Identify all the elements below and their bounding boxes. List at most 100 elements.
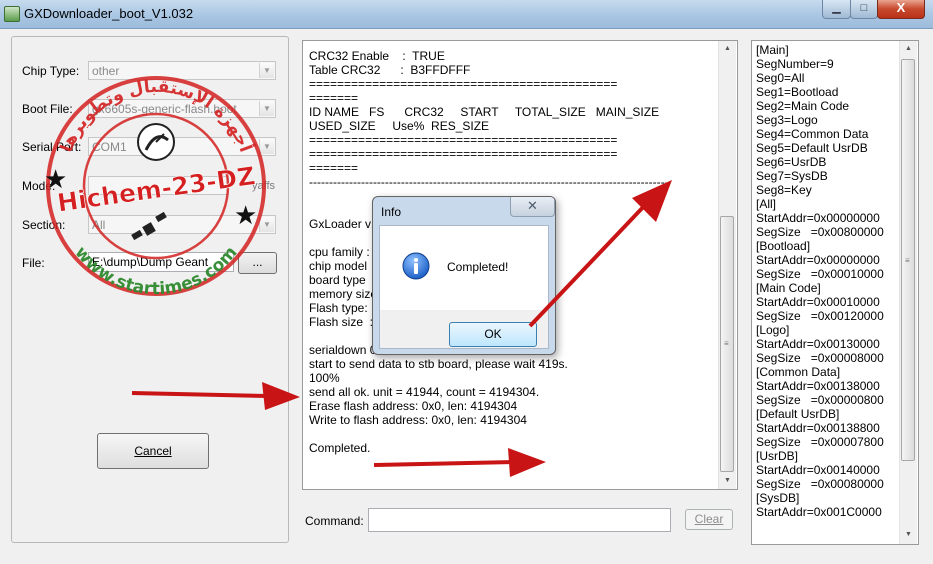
clear-button[interactable]: Clear xyxy=(685,509,733,530)
segment-line: Seg7=SysDB xyxy=(756,169,828,183)
title-bar[interactable]: GXDownloader_boot_V1.032 ▁ □ X xyxy=(0,0,933,29)
segment-line: SegSize =0x00000800 xyxy=(756,393,884,407)
segment-line: Seg0=All xyxy=(756,71,805,85)
segment-line: SegSize =0x00080000 xyxy=(756,477,884,491)
grip-icon: ≡ xyxy=(905,256,910,265)
scroll-down-icon[interactable]: ▼ xyxy=(900,527,917,543)
log-line: ========================================… xyxy=(309,133,618,147)
log-line: CRC32 Enable : TRUE xyxy=(309,49,445,63)
log-line: Completed. xyxy=(309,441,371,455)
segment-line: SegSize =0x00120000 xyxy=(756,309,884,323)
mode-select[interactable] xyxy=(88,176,228,195)
segment-line: StartAddr=0x00000000 xyxy=(756,253,880,267)
dialog-message: Completed! xyxy=(447,260,509,274)
window-title: GXDownloader_boot_V1.032 xyxy=(24,6,194,21)
info-icon xyxy=(402,252,430,280)
close-icon: ✕ xyxy=(527,198,538,213)
segment-line: SegNumber=9 xyxy=(756,57,834,71)
file-label: File: xyxy=(22,256,45,270)
dialog-title: Info xyxy=(381,205,402,219)
segment-line: StartAddr=0x00010000 xyxy=(756,295,880,309)
segment-line: Seg1=Bootload xyxy=(756,85,839,99)
segment-line: Seg5=Default UsrDB xyxy=(756,141,868,155)
scroll-thumb[interactable]: ≡ xyxy=(720,216,734,472)
minimize-icon: ▁ xyxy=(832,2,841,14)
segment-line: SegSize =0x00800000 xyxy=(756,225,884,239)
segment-line: [Main Code] xyxy=(756,281,821,295)
cancel-button[interactable]: Cancel xyxy=(97,433,209,469)
dialog-close-button[interactable]: ✕ xyxy=(510,197,555,217)
segment-scrollbar[interactable]: ▲ ≡ ▼ xyxy=(899,41,917,544)
serial-port-label: Serial Port: xyxy=(22,140,82,154)
segment-line: [UsrDB] xyxy=(756,449,798,463)
chevron-down-icon[interactable]: ▼ xyxy=(259,101,274,116)
segment-config-text: [Main] SegNumber=9 Seg0=All Seg1=Bootload Se… xyxy=(756,43,884,519)
maximize-icon: □ xyxy=(860,2,868,14)
browse-button[interactable]: ... xyxy=(238,252,277,274)
boot-file-select[interactable]: gx6605s-generic-flash.boot ▼ xyxy=(88,99,276,118)
scroll-up-icon[interactable]: ▲ xyxy=(719,41,736,57)
boot-file-value: gx6605s-generic-flash.boot xyxy=(92,102,237,116)
chip-type-label: Chip Type: xyxy=(22,64,80,78)
serial-port-select[interactable]: COM1 ▼ xyxy=(88,137,276,156)
chevron-down-icon[interactable]: ▼ xyxy=(259,139,274,154)
log-line: ========================================… xyxy=(309,147,618,161)
segment-line: StartAddr=0x00000000 xyxy=(756,211,880,225)
segment-line: [Common Data] xyxy=(756,365,841,379)
mode-label: Mode: xyxy=(22,179,56,193)
segment-line: Seg4=Common Data xyxy=(756,127,869,141)
segment-line: Seg6=UsrDB xyxy=(756,155,827,169)
log-line: ======= xyxy=(309,161,359,175)
file-path-field[interactable]: E:\dump\Dump Geant xyxy=(88,252,234,272)
serial-port-value: COM1 xyxy=(92,140,127,154)
log-line: Write to flash address: 0x0, len: 419430… xyxy=(309,413,527,427)
chevron-down-icon[interactable]: ▼ xyxy=(259,63,274,78)
command-label: Command: xyxy=(305,514,364,528)
log-line: send all ok. unit = 41944, count = 41943… xyxy=(309,385,540,399)
command-input[interactable] xyxy=(368,508,671,532)
segment-line: StartAddr=0x00138000 xyxy=(756,379,880,393)
section-label: Section: xyxy=(22,218,66,232)
segment-line: [All] xyxy=(756,197,777,211)
maximize-button[interactable]: □ xyxy=(850,0,878,19)
scroll-down-icon[interactable]: ▼ xyxy=(719,473,736,489)
chip-type-value: other xyxy=(92,64,120,78)
segment-line: SegSize =0x00008000 xyxy=(756,351,884,365)
segment-line: Seg3=Logo xyxy=(756,113,818,127)
log-line: ----------------------------------------… xyxy=(309,175,669,189)
close-icon: X xyxy=(896,0,906,15)
app-window: GXDownloader_boot_V1.032 ▁ □ X Chip Type… xyxy=(0,0,933,564)
segment-line: [Main] xyxy=(756,43,789,57)
segment-line: StartAddr=0x00138800 xyxy=(756,421,880,435)
segment-line: [Bootload] xyxy=(756,239,811,253)
segment-line: Seg8=Key xyxy=(756,183,812,197)
chip-type-select[interactable]: other ▼ xyxy=(88,61,276,80)
boot-file-label: Boot File: xyxy=(22,102,73,116)
chevron-down-icon[interactable]: ▼ xyxy=(259,217,274,232)
segment-line: [SysDB] xyxy=(756,491,800,505)
segment-line: SegSize =0x00007800 xyxy=(756,435,884,449)
app-icon xyxy=(4,6,20,22)
log-line: 100% xyxy=(309,371,340,385)
close-button[interactable]: X xyxy=(877,0,925,19)
log-scrollbar[interactable]: ▲ ≡ ▼ xyxy=(718,41,736,489)
segment-line: Seg2=Main Code xyxy=(756,99,850,113)
scroll-up-icon[interactable]: ▲ xyxy=(900,41,917,57)
ok-button[interactable]: OK xyxy=(449,322,537,347)
log-line: ========================================… xyxy=(309,77,618,91)
minimize-button[interactable]: ▁ xyxy=(822,0,851,19)
segment-config-panel: [Main] SegNumber=9 Seg0=All Seg1=Bootload Se… xyxy=(751,40,919,545)
log-line: start to send data to stb board, please … xyxy=(309,357,568,371)
log-line: Erase flash address: 0x0, len: 4194304 xyxy=(309,399,518,413)
section-select[interactable]: All ▼ xyxy=(88,215,276,234)
segment-line: SegSize =0x00010000 xyxy=(756,267,884,281)
grip-icon: ≡ xyxy=(724,339,729,348)
segment-line: StartAddr=0x00140000 xyxy=(756,463,880,477)
log-line: ID NAME FS CRC32 START TOTAL_SIZE MAIN_S… xyxy=(309,105,660,119)
log-line: USED_SIZE Use% RES_SIZE xyxy=(309,119,490,133)
log-line: Table CRC32 : B3FFDFFF xyxy=(309,63,471,77)
yaffs-checkbox-label[interactable]: yaffs xyxy=(252,180,275,192)
scroll-thumb[interactable]: ≡ xyxy=(901,59,915,461)
log-line: ======= xyxy=(309,91,359,105)
